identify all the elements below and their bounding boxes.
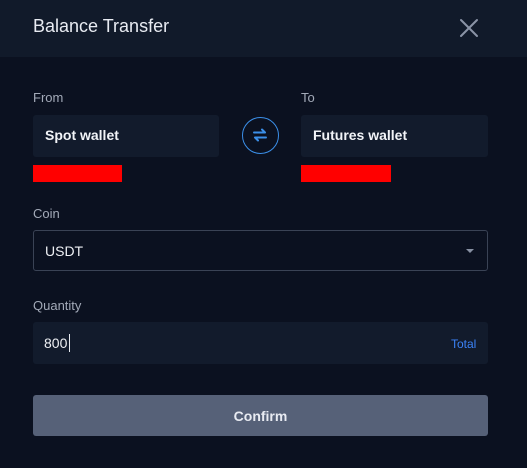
from-wallet-value: Spot wallet xyxy=(45,127,119,143)
chevron-down-icon xyxy=(466,249,474,253)
redacted-from-balance xyxy=(33,165,122,182)
swap-wallets-button[interactable] xyxy=(242,117,279,154)
quantity-label: Quantity xyxy=(33,298,82,313)
to-wallet-field[interactable]: Futures wallet xyxy=(301,115,488,157)
redacted-to-balance xyxy=(301,165,391,182)
from-label: From xyxy=(33,90,64,105)
coin-select[interactable]: USDT xyxy=(33,230,488,271)
close-button[interactable] xyxy=(455,14,483,42)
to-label: To xyxy=(301,90,315,105)
swap-icon xyxy=(253,128,267,142)
confirm-button[interactable]: Confirm xyxy=(33,395,488,436)
quantity-field: Total xyxy=(33,322,488,364)
from-wallet-field[interactable]: Spot wallet xyxy=(33,115,219,157)
text-cursor xyxy=(69,334,70,352)
coin-selected-value: USDT xyxy=(45,243,84,259)
coin-label: Coin xyxy=(33,206,60,221)
total-link[interactable]: Total xyxy=(451,337,476,351)
close-icon xyxy=(460,19,478,37)
balance-transfer-dialog: Balance Transfer From To Spot wallet Fut… xyxy=(0,0,527,468)
quantity-input[interactable] xyxy=(33,322,433,364)
dialog-header: Balance Transfer xyxy=(0,0,527,57)
to-wallet-value: Futures wallet xyxy=(313,127,408,143)
dialog-title: Balance Transfer xyxy=(33,16,170,36)
